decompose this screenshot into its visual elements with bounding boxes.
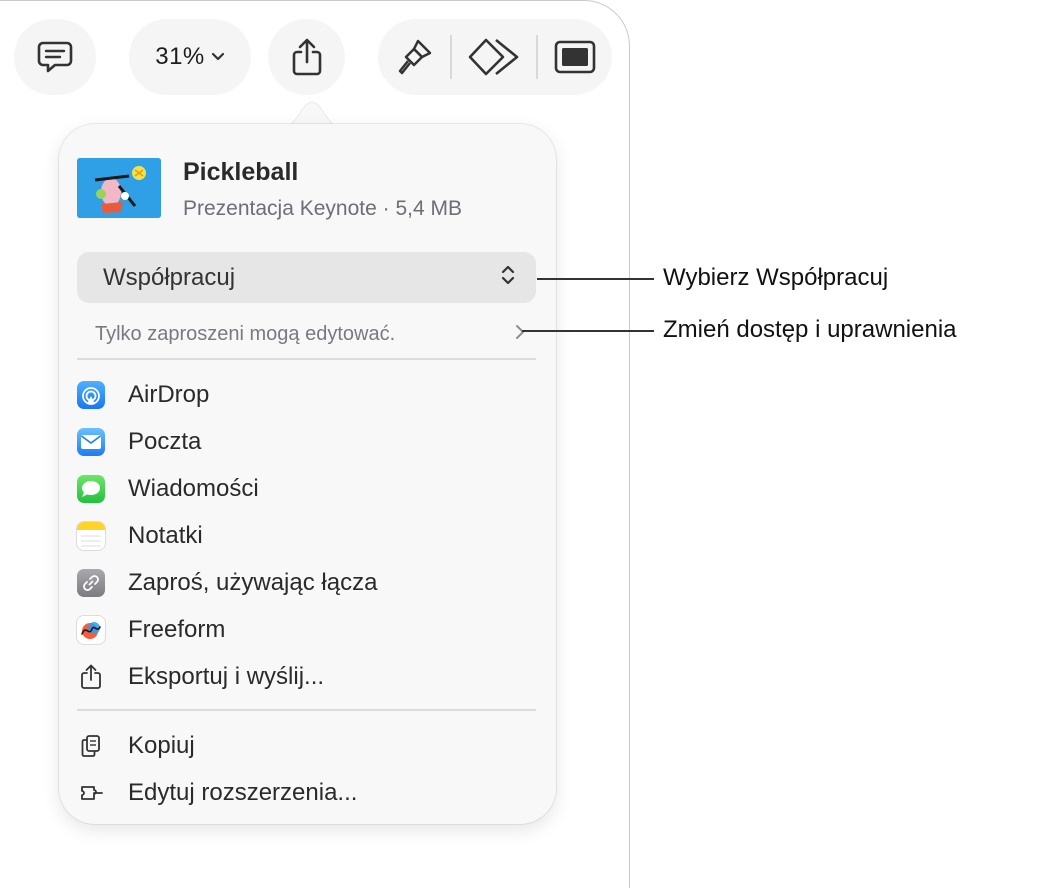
comment-button[interactable] [14, 19, 96, 95]
extensions-icon [77, 779, 105, 807]
callout-access: Zmień dostęp i uprawnienia [663, 316, 957, 343]
callout-collaborate: Wybierz Współpracuj [663, 264, 889, 291]
menu-item-export[interactable]: Eksportuj i wyślij... [77, 657, 536, 697]
share-icon [289, 37, 325, 77]
collaborate-select-value: Współpracuj [103, 263, 236, 291]
diamond-icon [468, 37, 520, 77]
menu-item-airdrop[interactable]: AirDrop [77, 375, 536, 415]
menu-item-copy[interactable]: Kopiuj [77, 726, 536, 766]
callout-line-access [522, 330, 654, 332]
share-popover: Pickleball Prezentacja Keynote · 5,4 MB … [59, 124, 556, 824]
toolbar-separator [536, 35, 538, 79]
zoom-value: 31% [155, 43, 205, 70]
access-permissions-text: Tylko zaproszeni mogą edytować. [95, 322, 396, 345]
chevron-up-down-icon [500, 263, 516, 292]
airdrop-icon [77, 381, 105, 409]
mail-icon [77, 428, 105, 456]
collaborate-select[interactable]: Współpracuj [77, 252, 536, 303]
chevron-down-icon [211, 52, 225, 62]
menu-item-label: Zaproś, używając łącza [128, 569, 378, 596]
menu-item-freeform[interactable]: Freeform [77, 610, 536, 650]
copy-icon [77, 732, 105, 760]
callout-line-collaborate [537, 278, 654, 280]
document-title: Pickleball [183, 158, 299, 186]
menu-item-label: Freeform [128, 616, 226, 643]
toolbar-separator [450, 35, 452, 79]
freeform-icon [77, 616, 105, 644]
menu-item-label: Edytuj rozszerzenia... [128, 779, 358, 806]
menu-item-notes[interactable]: Notatki [77, 516, 536, 556]
divider [77, 358, 536, 360]
menu-item-label: Kopiuj [128, 732, 195, 759]
document-info: Prezentacja Keynote · 5,4 MB [183, 197, 462, 220]
slide-panel-icon [554, 40, 596, 74]
menu-item-label: Poczta [128, 428, 202, 455]
zoom-menu[interactable]: 31% [129, 19, 251, 95]
menu-item-label: Notatki [128, 522, 203, 549]
menu-item-label: Eksportuj i wyślij... [128, 663, 325, 690]
export-icon [77, 663, 105, 691]
menu-item-edit-extensions[interactable]: Edytuj rozszerzenia... [77, 773, 536, 813]
notes-icon [77, 522, 105, 550]
animate-button[interactable] [468, 37, 520, 77]
document-thumbnail [77, 158, 161, 218]
share-button[interactable] [268, 19, 345, 95]
paintbrush-icon [394, 37, 434, 77]
access-permissions-row[interactable]: Tylko zaproszeni mogą edytować. [95, 320, 525, 348]
messages-icon [77, 475, 105, 503]
document-button[interactable] [554, 40, 596, 74]
menu-item-messages[interactable]: Wiadomości [77, 469, 536, 509]
chevron-right-icon [515, 324, 525, 345]
menu-item-label: AirDrop [128, 381, 210, 408]
menu-item-mail[interactable]: Poczta [77, 422, 536, 462]
link-icon [77, 569, 105, 597]
menu-item-label: Wiadomości [128, 475, 259, 502]
menu-item-invite-link[interactable]: Zaproś, używając łącza [77, 563, 536, 603]
format-toolbar-group [378, 19, 612, 95]
divider [77, 709, 536, 711]
format-brush-button[interactable] [394, 37, 434, 77]
comment-icon [35, 39, 75, 75]
